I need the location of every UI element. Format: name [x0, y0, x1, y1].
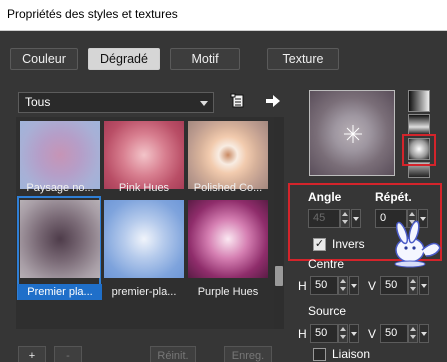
rabbit-watermark-icon [388, 220, 444, 275]
angle-label: Angle [308, 190, 342, 204]
source-v-label: V [368, 327, 377, 341]
invert-label[interactable]: Invers [332, 237, 365, 251]
link-checkbox[interactable] [313, 348, 326, 361]
arrow-right-icon[interactable] [265, 94, 281, 111]
reset-button[interactable]: Réinit. [150, 346, 196, 362]
style-rectangular-button[interactable] [408, 114, 430, 136]
angle-input[interactable]: 45 [308, 209, 340, 228]
catalog-icon[interactable] [230, 93, 246, 112]
gradient-thumb-pink-hues[interactable] [104, 121, 184, 189]
gradient-label-paysage[interactable]: Paysage no... [18, 180, 102, 196]
gradient-label-premier-plan[interactable]: Premier pla... [18, 284, 102, 300]
center-v-spinner[interactable] [408, 276, 418, 295]
spin-up-icon[interactable] [410, 279, 416, 283]
spin-down-icon[interactable] [340, 335, 346, 339]
center-h-spinner[interactable] [338, 276, 348, 295]
tab-texture[interactable]: Texture [267, 48, 339, 70]
spin-up-icon[interactable] [340, 327, 346, 331]
spin-up-icon[interactable] [342, 212, 348, 216]
center-h-input[interactable]: 50 [310, 276, 338, 295]
angle-spinner[interactable] [340, 209, 350, 228]
center-crosshair-icon [344, 125, 362, 143]
spin-up-icon[interactable] [340, 279, 346, 283]
tab-degrade[interactable]: Dégradé [88, 48, 160, 70]
style-linear-button[interactable] [408, 90, 430, 112]
center-h-dropdown[interactable] [349, 276, 359, 295]
center-v-dropdown[interactable] [419, 276, 429, 295]
source-v-input[interactable]: 50 [380, 324, 408, 343]
spin-down-icon[interactable] [410, 335, 416, 339]
spin-up-icon[interactable] [410, 327, 416, 331]
gradient-label-pink-hues[interactable]: Pink Hues [102, 180, 186, 196]
center-v-input[interactable]: 50 [380, 276, 408, 295]
center-h-label: H [298, 279, 307, 293]
gradient-thumb-premier-plan-2[interactable] [104, 200, 184, 278]
invert-checkbox[interactable]: ✓ [313, 238, 326, 251]
center-label: Centre [308, 257, 345, 271]
gradient-thumb-purple-hues[interactable] [188, 200, 268, 278]
window-title: Propriétés des styles et textures [0, 0, 447, 31]
source-h-input[interactable]: 50 [310, 324, 338, 343]
gradient-thumb-paysage[interactable] [20, 121, 100, 189]
category-dropdown-value: Tous [25, 95, 51, 109]
angle-dropdown[interactable] [351, 209, 361, 228]
spin-down-icon[interactable] [342, 220, 348, 224]
gradient-preview[interactable] [309, 90, 395, 176]
tab-motif[interactable]: Motif [170, 48, 240, 70]
gradient-label-purple-hues[interactable]: Purple Hues [186, 284, 270, 300]
gradient-list-scrollbar[interactable] [274, 117, 284, 329]
spin-down-icon[interactable] [340, 287, 346, 291]
source-label: Source [308, 304, 347, 318]
source-v-spinner[interactable] [408, 324, 418, 343]
selected-style-highlight [402, 134, 436, 166]
source-h-spinner[interactable] [338, 324, 348, 343]
center-v-label: V [368, 279, 377, 293]
gradient-thumb-polished-copper[interactable] [188, 121, 268, 189]
repeat-label: Répét. [375, 190, 412, 204]
spin-down-icon[interactable] [410, 287, 416, 291]
add-button[interactable]: + [18, 346, 46, 362]
source-h-dropdown[interactable] [349, 324, 359, 343]
link-label[interactable]: Liaison [332, 347, 370, 361]
save-button[interactable]: Enreg. [224, 346, 272, 362]
spin-up-icon[interactable] [409, 212, 415, 216]
gradient-label-premier-plan-2[interactable]: premier-pla... [102, 284, 186, 300]
gradient-label-polished-copper[interactable]: Polished Co... [186, 180, 270, 196]
remove-button[interactable]: - [54, 346, 82, 362]
chevron-down-icon [200, 101, 208, 106]
gradient-thumb-premier-plan-selected[interactable] [20, 200, 100, 278]
tab-couleur[interactable]: Couleur [10, 48, 78, 70]
scrollbar-thumb[interactable] [275, 266, 283, 286]
source-v-dropdown[interactable] [419, 324, 429, 343]
source-h-label: H [298, 327, 307, 341]
category-dropdown[interactable]: Tous [18, 92, 214, 113]
